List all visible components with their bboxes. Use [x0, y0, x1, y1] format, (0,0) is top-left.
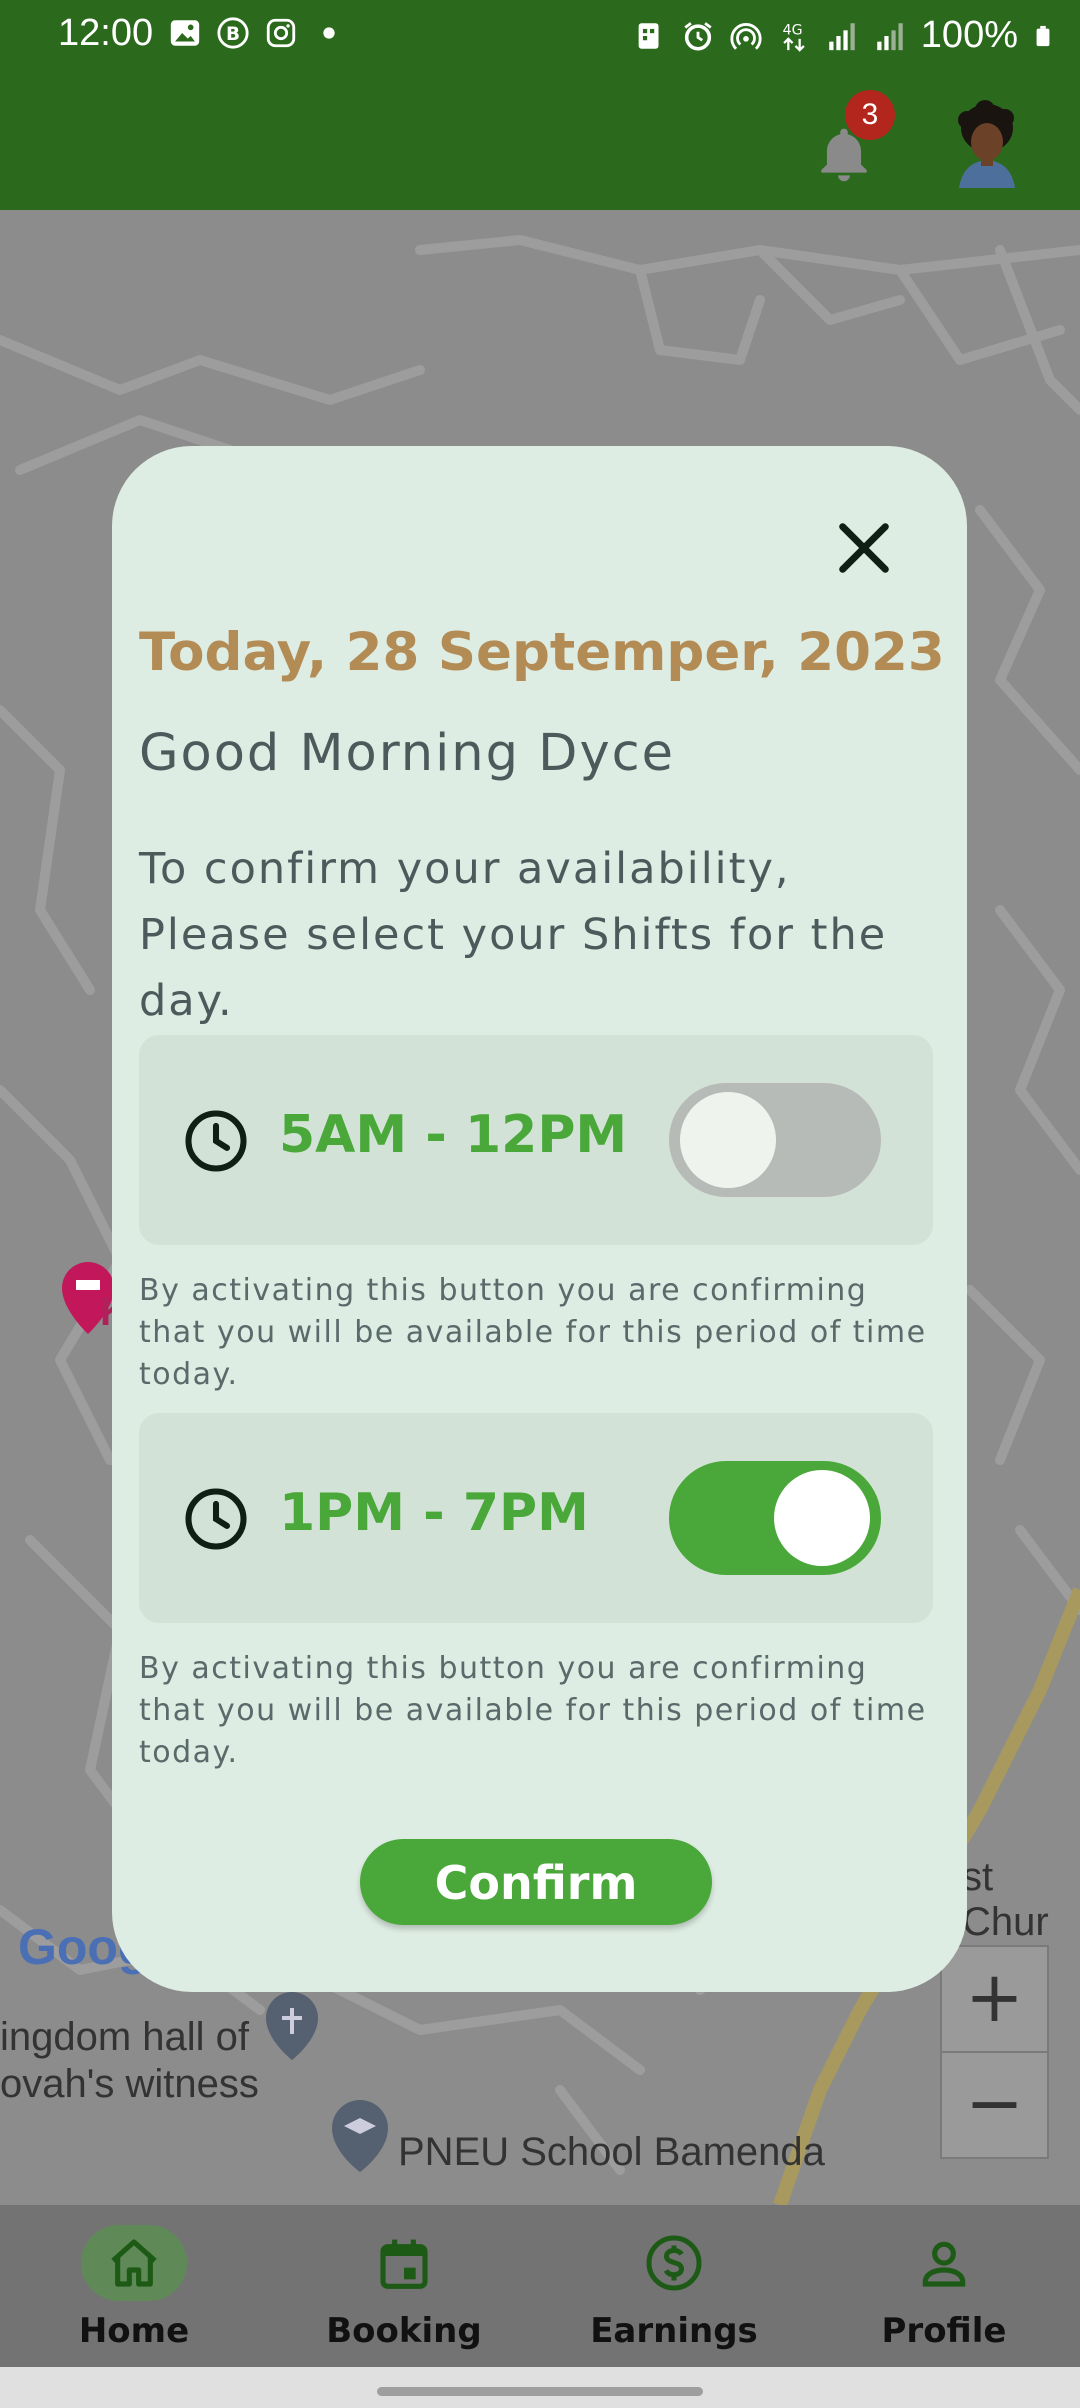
b-icon: B [217, 17, 249, 49]
hotspot-icon [730, 22, 762, 50]
status-bar: 12:00 B 4G 100% [0, 0, 1080, 70]
home-icon [111, 2239, 157, 2287]
bottom-navigation: Home Booking Earnings Profile [0, 2205, 1080, 2367]
map-church-label: st Chur [962, 1855, 1049, 1944]
shift-time-label: 5AM - 12PM [279, 1105, 628, 1165]
zoom-controls: + − [940, 1945, 1049, 2159]
signal-icon [877, 22, 903, 50]
shift-time-label: 1PM - 7PM [279, 1483, 589, 1543]
shift-card-morning: 5AM - 12PM [139, 1035, 933, 1245]
map-school-label: PNEU School Bamenda [398, 2130, 825, 2174]
nav-icon-container [621, 2225, 727, 2301]
shift-toggle-afternoon[interactable] [669, 1461, 881, 1575]
gesture-handle[interactable] [377, 2387, 703, 2396]
dialog-instruction: To confirm your availability, Please sel… [139, 844, 888, 1026]
map-kingdom-hall-label-1: ingdom hall of [0, 2015, 250, 2059]
nav-item-booking[interactable]: Booking [304, 2225, 504, 2351]
dialog-greeting: Good Morning Dyce [139, 724, 676, 783]
toggle-knob [774, 1470, 870, 1566]
calendar-icon [380, 2239, 428, 2289]
map-kingdom-hall-label-2: ovah's witness [0, 2062, 259, 2106]
confirm-button[interactable]: Confirm [360, 1839, 712, 1925]
nav-icon-container [351, 2225, 457, 2301]
sim-icon [638, 22, 659, 49]
nav-icon-container [81, 2225, 187, 2301]
battery-icon [1036, 25, 1050, 46]
shift-note-morning: By activating this button you are confir… [139, 1273, 927, 1392]
svg-text:4G: 4G [782, 22, 802, 38]
battery-percent: 100% [920, 14, 1018, 56]
svg-text:B: B [226, 24, 240, 45]
dot-icon [323, 27, 335, 39]
status-time: 12:00 [58, 12, 154, 54]
dialog-date: Today, 28 Septemper, 2023 [139, 622, 945, 683]
image-icon [170, 20, 200, 46]
notification-count-badge: 3 [845, 90, 895, 140]
clock-icon [185, 1488, 247, 1550]
avatar[interactable] [945, 98, 1029, 188]
alarm-icon [684, 21, 712, 51]
nav-label-profile: Profile [881, 2311, 1007, 2351]
app-bar: 3 [0, 70, 1080, 210]
nav-item-earnings[interactable]: Earnings [574, 2225, 774, 2351]
person-icon [922, 2241, 966, 2287]
close-icon[interactable] [832, 516, 896, 580]
nav-item-profile[interactable]: Profile [844, 2225, 1044, 2351]
gesture-bar [0, 2367, 1080, 2408]
shift-card-afternoon: 1PM - 7PM [139, 1413, 933, 1623]
shift-availability-dialog: Today, 28 Septemper, 2023 Good Morning D… [112, 446, 967, 1992]
zoom-out-button[interactable]: − [942, 2051, 1047, 2157]
nav-item-home[interactable]: Home [34, 2225, 234, 2351]
dollar-icon [646, 2235, 702, 2291]
shift-note-afternoon: By activating this button you are confir… [139, 1651, 927, 1770]
4g-icon: 4G [782, 22, 805, 52]
signal-icon [829, 22, 855, 50]
nav-label-home: Home [78, 2311, 190, 2351]
toggle-knob [680, 1092, 776, 1188]
nav-label-earnings: Earnings [590, 2311, 758, 2351]
shift-toggle-morning[interactable] [669, 1083, 881, 1197]
instagram-icon [266, 18, 296, 48]
nav-label-booking: Booking [326, 2311, 482, 2351]
clock-icon [185, 1110, 247, 1172]
nav-icon-container [891, 2225, 997, 2301]
zoom-in-button[interactable]: + [942, 1947, 1047, 2051]
